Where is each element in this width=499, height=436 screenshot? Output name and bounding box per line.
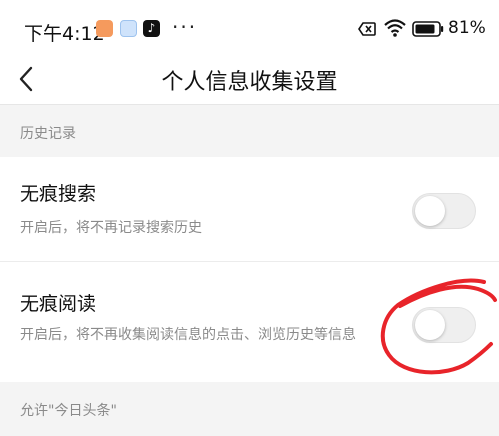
section-header-history: 历史记录: [0, 105, 499, 157]
nav-bar: 个人信息收集设置: [0, 56, 499, 105]
status-bar: 下午4:12 ♪ ··· 81%: [0, 0, 499, 56]
setting-row-incognito-search: 无痕搜索 开启后，将不再记录搜索历史: [0, 157, 499, 262]
section-header-label: 允许"今日头条": [20, 403, 117, 419]
wifi-icon: [384, 19, 406, 37]
sim-off-icon: [358, 22, 376, 36]
orange-app-icon: [96, 20, 113, 37]
setting-title: 无痕阅读: [20, 293, 97, 315]
settings-card: 无痕搜索 开启后，将不再记录搜索历史 无痕阅读 开启后，将不再收集阅读信息的点击…: [0, 157, 499, 382]
section-header-allow: 允许"今日头条": [0, 382, 499, 436]
setting-description: 开启后，将不再收集阅读信息的点击、浏览历史等信息: [20, 327, 356, 343]
more-notifications-icon: ···: [172, 15, 198, 39]
toggle-knob: [415, 310, 445, 340]
tiktok-icon: ♪: [143, 20, 160, 37]
blue-app-icon: [120, 20, 137, 37]
setting-description: 开启后，将不再记录搜索历史: [20, 220, 202, 236]
toggle-knob: [415, 196, 445, 226]
battery-percentage: 81%: [448, 18, 486, 38]
status-time: 下午4:12: [24, 23, 105, 45]
section-header-label: 历史记录: [20, 126, 76, 142]
incognito-reading-toggle[interactable]: [412, 307, 476, 343]
setting-title: 无痕搜索: [20, 183, 97, 205]
incognito-search-toggle[interactable]: [412, 193, 476, 229]
page-title: 个人信息收集设置: [161, 70, 338, 95]
battery-icon: [412, 21, 444, 37]
setting-row-incognito-reading: 无痕阅读 开启后，将不再收集阅读信息的点击、浏览历史等信息: [0, 262, 499, 382]
